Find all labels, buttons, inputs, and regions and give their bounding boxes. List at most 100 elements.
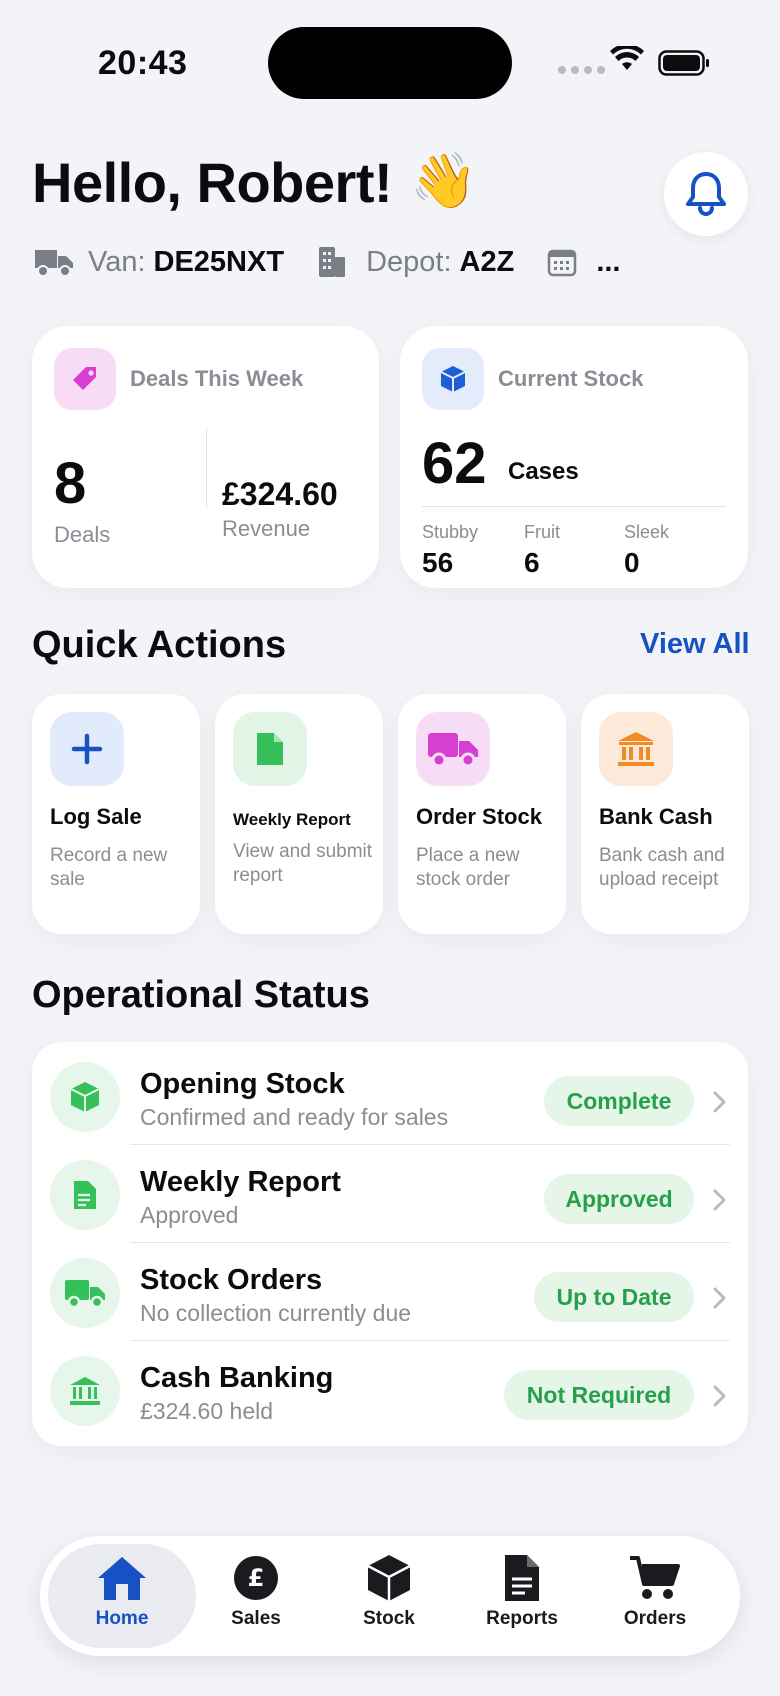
tab-label: Reports xyxy=(486,1608,558,1629)
van-icon xyxy=(32,244,76,280)
tab-label: Stock xyxy=(363,1608,415,1629)
status-row-opening-stock[interactable]: Opening Stock Confirmed and ready for sa… xyxy=(32,1046,748,1144)
stock-type-label: Fruit xyxy=(524,522,560,542)
bank-icon xyxy=(50,1356,120,1426)
quick-actions-title: Quick Actions xyxy=(32,624,287,666)
deals-title: Deals This Week xyxy=(130,366,304,391)
stock-title: Current Stock xyxy=(498,366,644,391)
signal-icon xyxy=(558,66,605,74)
chevron-right-icon xyxy=(713,1385,726,1407)
tab-label: Sales xyxy=(231,1608,281,1629)
document-icon xyxy=(502,1550,542,1606)
chevron-right-icon xyxy=(713,1189,726,1211)
status-row-weekly-report[interactable]: Weekly Report Approved Approved xyxy=(32,1144,748,1242)
cube-icon xyxy=(422,348,484,410)
tab-stock[interactable]: Stock xyxy=(315,1544,463,1648)
action-description: Place a new stock order xyxy=(416,845,520,890)
status-subtitle: Approved xyxy=(140,1202,239,1228)
document-icon xyxy=(233,712,307,786)
operational-status-list: Opening Stock Confirmed and ready for sa… xyxy=(32,1042,748,1446)
action-description: View and submit report xyxy=(233,841,373,886)
status-bar: 20:43 xyxy=(0,0,780,120)
building-icon xyxy=(310,244,354,280)
status-title: Opening Stock xyxy=(140,1068,345,1100)
tab-home[interactable]: Home xyxy=(48,1544,196,1648)
stock-unit: Cases xyxy=(508,458,579,485)
cart-icon xyxy=(628,1550,682,1606)
tab-label: Orders xyxy=(623,1608,687,1629)
chevron-right-icon xyxy=(713,1091,726,1113)
action-description: Bank cash and upload receipt xyxy=(599,845,725,890)
home-icon xyxy=(95,1550,149,1606)
calendar-icon xyxy=(540,244,584,280)
tab-reports[interactable]: Reports xyxy=(448,1544,596,1648)
status-time: 20:43 xyxy=(98,44,188,82)
depot-value: A2Z xyxy=(459,245,515,278)
order-stock-action[interactable]: Order Stock Place a new stock order xyxy=(398,694,566,934)
van-depot-info: Van: DE25NXT Depot: A2Z ... xyxy=(32,240,646,284)
chevron-right-icon xyxy=(713,1287,726,1309)
tag-icon xyxy=(54,348,116,410)
status-row-cash-banking[interactable]: Cash Banking £324.60 held Not Required xyxy=(32,1340,748,1438)
box-icon xyxy=(50,1062,120,1132)
truck-icon xyxy=(416,712,490,786)
deals-count: 8 xyxy=(54,451,87,516)
status-row-stock-orders[interactable]: Stock Orders No collection currently due… xyxy=(32,1242,748,1340)
pound-icon: £ xyxy=(232,1550,280,1606)
status-title: Stock Orders xyxy=(140,1264,323,1296)
bottom-tab-bar: Home £ Sales Stock Reports Orders xyxy=(40,1536,740,1656)
action-title: Bank Cash xyxy=(599,804,713,829)
bell-icon xyxy=(686,172,726,216)
deals-count-label: Deals xyxy=(54,522,111,547)
stock-type-value: 56 xyxy=(422,547,454,578)
bank-cash-action[interactable]: Bank Cash Bank cash and upload receipt xyxy=(581,694,749,934)
current-stock-card[interactable]: Current Stock 62 Cases Stubby 56 Fruit 6… xyxy=(400,326,748,588)
status-badge: Up to Date xyxy=(534,1272,694,1322)
action-description: Record a new sale xyxy=(50,845,168,890)
deals-this-week-card[interactable]: Deals This Week 8 Deals £324.60 Revenue xyxy=(32,326,379,588)
depot-label: Depot: xyxy=(366,245,452,278)
status-badge: Approved xyxy=(544,1174,694,1224)
log-sale-action[interactable]: Log Sale Record a new sale xyxy=(32,694,200,934)
tab-orders[interactable]: Orders xyxy=(581,1544,729,1648)
action-title: Weekly Report xyxy=(233,810,351,829)
weekly-report-action[interactable]: Weekly Report View and submit report xyxy=(215,694,383,934)
stock-type-value: 6 xyxy=(524,547,540,578)
greeting-title: Hello, Robert! xyxy=(32,151,393,214)
divider xyxy=(422,506,726,507)
view-all-link[interactable]: View All xyxy=(640,628,750,661)
plus-icon xyxy=(50,712,124,786)
revenue-value: £324.60 xyxy=(222,476,338,512)
stock-type-label: Sleek xyxy=(624,522,670,542)
stock-fruit: Fruit 6 xyxy=(524,522,560,579)
status-subtitle: Confirmed and ready for sales xyxy=(140,1104,449,1130)
stock-type-label: Stubby xyxy=(422,522,479,542)
battery-icon xyxy=(658,50,709,76)
status-badge: Complete xyxy=(544,1076,694,1126)
stock-type-value: 0 xyxy=(624,547,640,578)
cube-icon xyxy=(365,1550,413,1606)
revenue-label: Revenue xyxy=(222,516,311,541)
svg-text:£: £ xyxy=(248,1564,265,1592)
status-subtitle: No collection currently due xyxy=(140,1300,412,1326)
tab-label: Home xyxy=(95,1608,149,1629)
truck-icon xyxy=(50,1258,120,1328)
action-title: Order Stock xyxy=(416,804,542,829)
status-title: Cash Banking xyxy=(140,1362,334,1394)
status-badge: Not Required xyxy=(504,1370,694,1420)
stock-sleek: Sleek 0 xyxy=(624,522,669,579)
status-subtitle: £324.60 held xyxy=(140,1398,274,1424)
van-label: Van: xyxy=(88,245,146,278)
status-title: Weekly Report xyxy=(140,1166,341,1198)
wave-emoji: 👋 xyxy=(410,151,478,211)
bank-icon xyxy=(599,712,673,786)
operational-status-title: Operational Status xyxy=(32,974,370,1016)
tab-sales[interactable]: £ Sales xyxy=(182,1544,330,1648)
wifi-icon xyxy=(610,46,644,70)
date-value: ... xyxy=(596,245,621,278)
action-title: Log Sale xyxy=(50,804,142,829)
notifications-button[interactable] xyxy=(664,152,748,236)
van-value: DE25NXT xyxy=(153,245,285,278)
stock-stubby: Stubby 56 xyxy=(422,522,478,579)
document-icon xyxy=(50,1160,120,1230)
